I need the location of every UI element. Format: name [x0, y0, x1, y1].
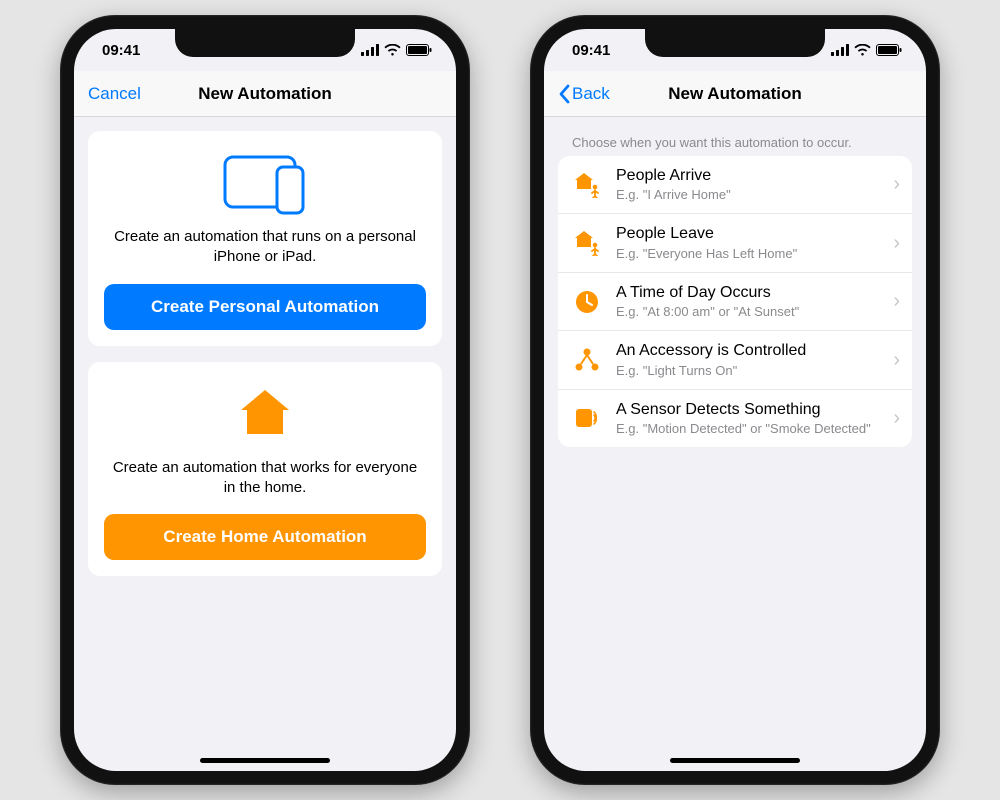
trigger-list: People Arrive E.g. "I Arrive Home" › Peo…	[558, 156, 912, 447]
create-personal-label: Create Personal Automation	[151, 297, 379, 316]
people-arrive-icon	[572, 170, 602, 200]
row-accessory-controlled[interactable]: An Accessory is Controlled E.g. "Light T…	[558, 331, 912, 389]
cancel-button[interactable]: Cancel	[88, 84, 141, 104]
row-title: People Arrive	[616, 166, 879, 185]
row-title: A Time of Day Occurs	[616, 283, 879, 302]
row-sensor-detects[interactable]: A Sensor Detects Something E.g. "Motion …	[558, 390, 912, 447]
battery-icon	[876, 44, 902, 56]
row-people-arrive[interactable]: People Arrive E.g. "I Arrive Home" ›	[558, 156, 912, 214]
notch	[175, 29, 355, 57]
home-card: Create an automation that works for ever…	[88, 362, 442, 577]
clock-icon	[572, 287, 602, 317]
cancel-label: Cancel	[88, 84, 141, 104]
row-sub: E.g. "At 8:00 am" or "At Sunset"	[616, 304, 879, 320]
create-home-label: Create Home Automation	[163, 527, 366, 546]
phone-right: 09:41 Back New Automation Choose when yo…	[530, 15, 940, 785]
accessory-icon	[572, 345, 602, 375]
row-title: People Leave	[616, 224, 879, 243]
sensor-icon	[572, 403, 602, 433]
content-right: Choose when you want this automation to …	[544, 117, 926, 771]
wifi-icon	[854, 44, 871, 56]
row-time-of-day[interactable]: A Time of Day Occurs E.g. "At 8:00 am" o…	[558, 273, 912, 331]
chevron-right-icon: ›	[893, 349, 900, 372]
create-personal-button[interactable]: Create Personal Automation	[104, 284, 426, 330]
content-left: Create an automation that runs on a pers…	[74, 117, 456, 771]
row-text: A Sensor Detects Something E.g. "Motion …	[616, 400, 879, 437]
cellular-icon	[831, 44, 849, 56]
nav-bar: Cancel New Automation	[74, 71, 456, 117]
home-icon	[104, 380, 426, 446]
row-text: People Leave E.g. "Everyone Has Left Hom…	[616, 224, 879, 261]
people-leave-icon	[572, 228, 602, 258]
back-button[interactable]: Back	[558, 84, 610, 104]
notch	[645, 29, 825, 57]
battery-icon	[406, 44, 432, 56]
back-label: Back	[572, 84, 610, 104]
nav-bar: Back New Automation	[544, 71, 926, 117]
row-sub: E.g. "Everyone Has Left Home"	[616, 246, 879, 262]
devices-icon	[104, 149, 426, 215]
home-indicator[interactable]	[670, 758, 800, 763]
screen-right: 09:41 Back New Automation Choose when yo…	[544, 29, 926, 771]
chevron-right-icon: ›	[893, 173, 900, 196]
chevron-right-icon: ›	[893, 290, 900, 313]
wifi-icon	[384, 44, 401, 56]
personal-card: Create an automation that runs on a pers…	[88, 131, 442, 346]
cellular-icon	[361, 44, 379, 56]
row-people-leave[interactable]: People Leave E.g. "Everyone Has Left Hom…	[558, 214, 912, 272]
section-header: Choose when you want this automation to …	[558, 127, 912, 156]
row-title: An Accessory is Controlled	[616, 341, 879, 360]
row-text: People Arrive E.g. "I Arrive Home"	[616, 166, 879, 203]
nav-title: New Automation	[668, 84, 801, 104]
personal-desc: Create an automation that runs on a pers…	[110, 227, 420, 268]
screen-left: 09:41 Cancel New Automation C	[74, 29, 456, 771]
row-text: An Accessory is Controlled E.g. "Light T…	[616, 341, 879, 378]
row-text: A Time of Day Occurs E.g. "At 8:00 am" o…	[616, 283, 879, 320]
nav-title: New Automation	[198, 84, 331, 104]
status-indicators	[831, 44, 902, 56]
status-time: 09:41	[102, 42, 140, 59]
row-sub: E.g. "Motion Detected" or "Smoke Detecte…	[616, 421, 879, 437]
home-indicator[interactable]	[200, 758, 330, 763]
status-indicators	[361, 44, 432, 56]
chevron-left-icon	[558, 84, 570, 104]
row-sub: E.g. "I Arrive Home"	[616, 187, 879, 203]
status-time: 09:41	[572, 42, 610, 59]
row-title: A Sensor Detects Something	[616, 400, 879, 419]
chevron-right-icon: ›	[893, 407, 900, 430]
home-desc: Create an automation that works for ever…	[110, 458, 420, 499]
row-sub: E.g. "Light Turns On"	[616, 363, 879, 379]
chevron-right-icon: ›	[893, 232, 900, 255]
create-home-button[interactable]: Create Home Automation	[104, 514, 426, 560]
phone-left: 09:41 Cancel New Automation C	[60, 15, 470, 785]
